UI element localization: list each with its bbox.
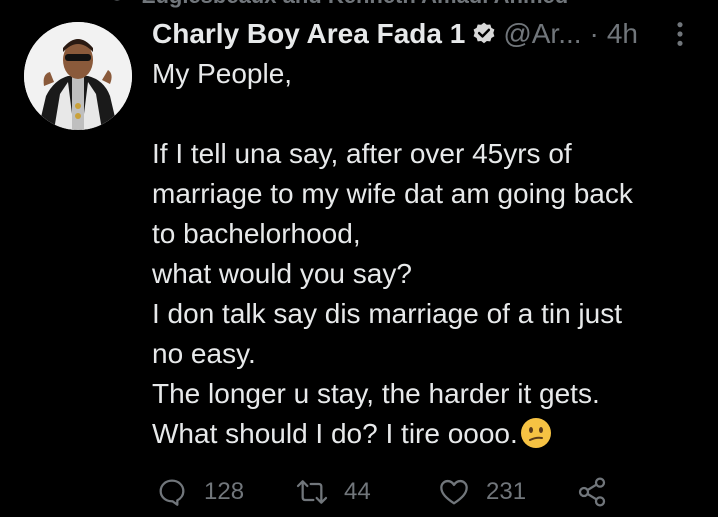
share-button[interactable] — [576, 476, 608, 508]
tweet-line: What should I do? I tire oooo. — [152, 418, 518, 449]
like-count: 231 — [486, 478, 527, 505]
tweet-timestamp[interactable]: 4h — [607, 18, 638, 50]
tweet-text: My People, If I tell una say, after over… — [152, 54, 692, 454]
author-name[interactable]: Charly Boy Area Fada 1 — [152, 18, 465, 50]
share-icon — [578, 477, 606, 507]
tweet-line: marriage to my wife dat am going back — [152, 178, 633, 209]
tweet-line: If I tell una say, after over 45yrs of — [152, 138, 572, 169]
social-context[interactable]: Zugiesbeaux and Kenneth Amadi Ahmed — [106, 0, 568, 9]
retweet-count: 44 — [344, 478, 371, 505]
reply-count: 128 — [204, 478, 245, 505]
author-handle[interactable]: @Ar... — [503, 18, 581, 50]
social-context-text: Zugiesbeaux and Kenneth Amadi Ahmed — [142, 0, 568, 9]
tweet-line: The longer u stay, the harder it gets. — [152, 378, 600, 409]
tweet-line: I don talk say dis marriage of a tin jus… — [152, 298, 622, 329]
like-button[interactable]: 231 — [438, 476, 576, 508]
pin-icon — [114, 0, 120, 1]
tweet-actions: 128 44 231 — [156, 472, 626, 512]
verified-badge-icon — [473, 22, 495, 44]
avatar[interactable] — [24, 22, 132, 130]
reply-button[interactable]: 128 — [156, 476, 296, 508]
heart-icon — [440, 479, 468, 505]
retweet-button[interactable]: 44 — [296, 476, 438, 508]
reply-icon — [159, 479, 185, 506]
profile-photo-icon — [24, 22, 132, 130]
more-options-icon[interactable] — [666, 20, 694, 48]
tweet-line: My People, — [152, 58, 293, 89]
tweet-last-line: What should I do? I tire oooo. — [152, 414, 692, 454]
tweet-line: to bachelorhood, — [152, 218, 361, 249]
tweet-line-break — [152, 94, 692, 134]
tweet-line: no easy. — [152, 338, 256, 369]
retweet-icon — [296, 480, 328, 504]
tweet-line: what would you say? — [152, 258, 412, 289]
separator-dot: · — [589, 18, 599, 49]
confused-face-icon — [520, 418, 551, 448]
tweet-header: Charly Boy Area Fada 1 @Ar... · 4h — [152, 14, 694, 54]
